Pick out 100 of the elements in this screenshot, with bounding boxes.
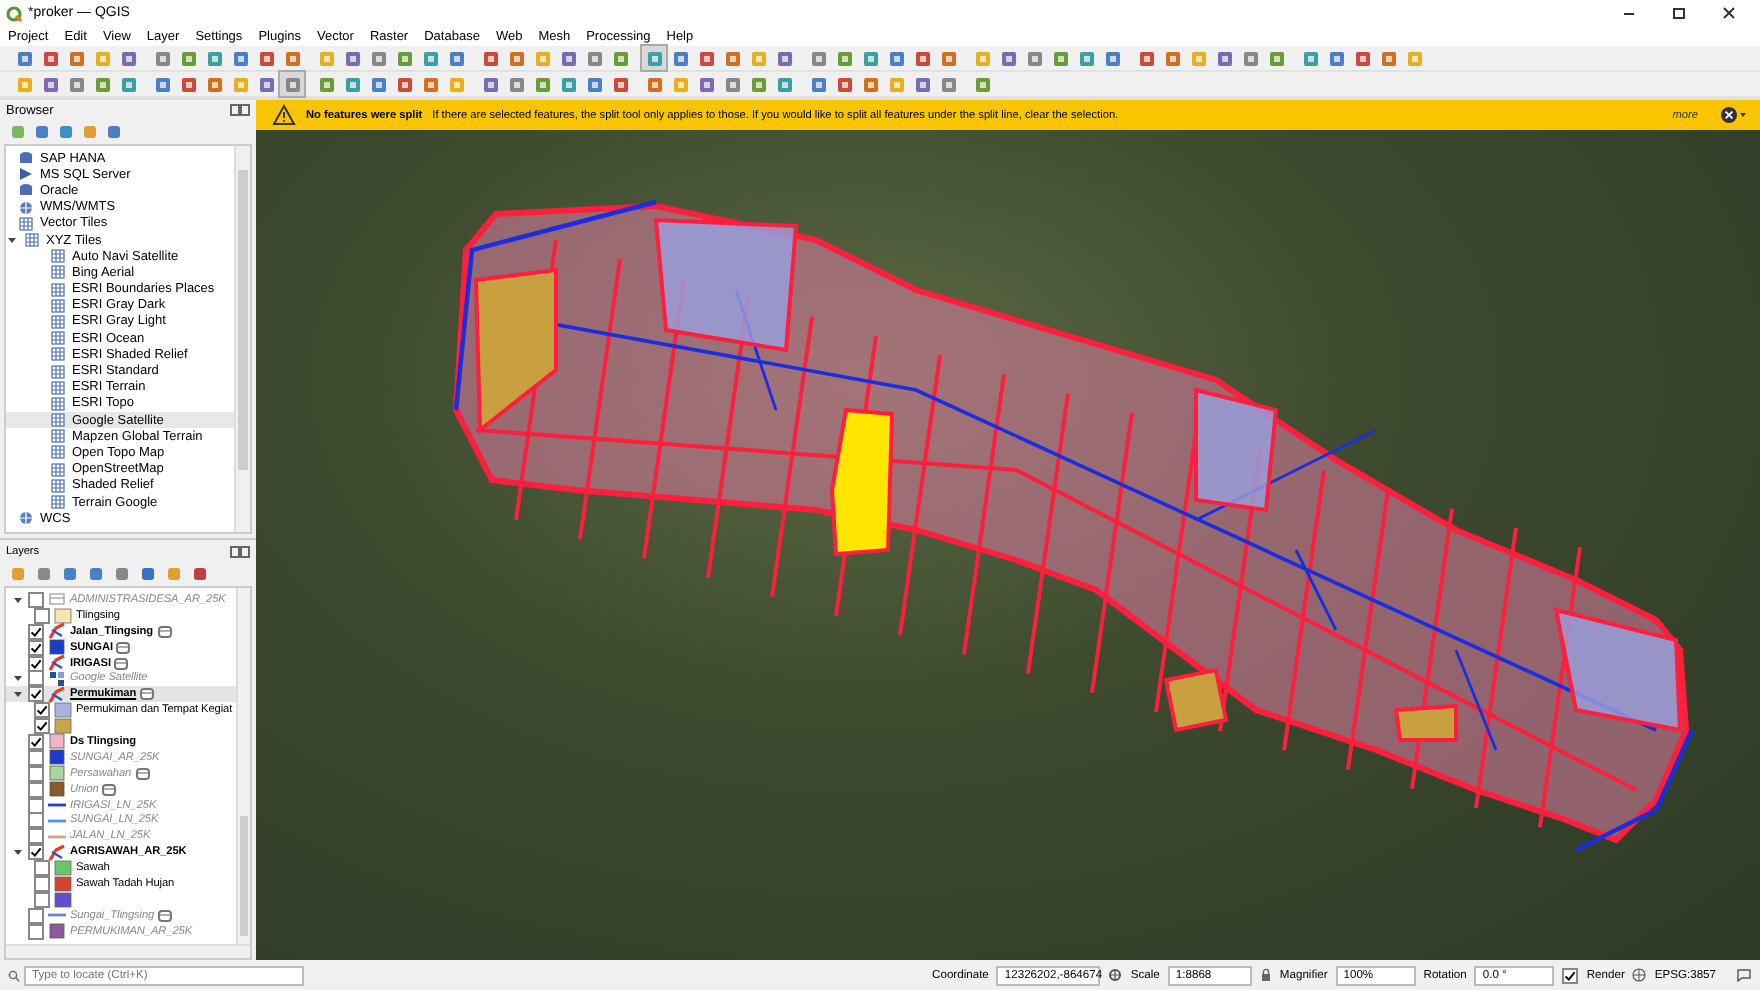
toolbar-button[interactable] [936,46,960,70]
toolbar-button[interactable] [504,46,528,70]
globe-icon[interactable] [1632,968,1647,982]
toolbar-square-icon[interactable] [10,124,26,140]
panel-buttons-icon[interactable] [230,104,250,116]
toolbar-button[interactable] [64,46,88,70]
toolbar-button[interactable] [996,46,1020,70]
panel-buttons-icon[interactable] [230,545,250,557]
toolbar-button[interactable] [254,72,278,96]
toolbar-button[interactable] [1134,46,1158,70]
toolbar-button[interactable] [1048,46,1072,70]
toolbar-button[interactable] [556,46,580,70]
toolbar-button[interactable] [884,46,908,70]
toolbar-button[interactable] [504,72,528,96]
scrollbar[interactable] [6,944,250,958]
toolbar-button[interactable] [90,72,114,96]
toolbar-square-icon[interactable] [62,566,78,582]
scrollbar[interactable] [234,146,250,532]
toolbar-button[interactable] [1212,46,1236,70]
toolbar-button[interactable] [910,72,934,96]
toolbar-button[interactable] [746,72,770,96]
toolbar-square-icon[interactable] [34,124,50,140]
layer-checkbox[interactable] [28,749,44,766]
render-checkbox[interactable] [1562,967,1579,983]
toolbar-button[interactable] [1298,46,1322,70]
toolbar-button[interactable] [1376,46,1400,70]
indicator-icon[interactable] [102,783,117,796]
layer-checkbox[interactable] [28,591,44,608]
toolbar-button[interactable] [582,72,606,96]
toolbar-button[interactable] [38,72,62,96]
toolbar-button[interactable] [314,72,338,96]
layer-checkbox[interactable] [28,797,44,814]
expand-arrow-icon[interactable] [12,672,24,685]
legend-checkbox[interactable] [34,702,50,719]
toolbar-button[interactable] [1264,46,1288,70]
toolbar-button[interactable] [340,72,364,96]
toolbar-square-icon[interactable] [58,124,74,140]
indicator-icon[interactable] [114,657,129,669]
toolbar-square-icon[interactable] [36,566,52,582]
layer-checkbox[interactable] [28,844,44,861]
toolbar-button[interactable] [608,72,632,96]
indicator-icon[interactable] [157,625,172,638]
toolbar-button[interactable] [478,46,502,70]
layer-checkbox[interactable] [28,639,44,656]
expand-arrow-icon[interactable] [6,234,18,247]
layer-checkbox[interactable] [28,623,44,640]
indicator-icon[interactable] [140,688,155,701]
toolbar-button[interactable] [64,72,88,96]
toolbar-button[interactable] [1350,46,1374,70]
toolbar-button[interactable] [1238,46,1262,70]
toolbar-button[interactable] [1074,46,1098,70]
satellite-image[interactable] [256,130,1760,960]
toolbar-button[interactable] [832,46,856,70]
toolbar-button[interactable] [772,46,796,70]
toolbar-button[interactable] [392,46,416,70]
toolbar-square-icon[interactable] [166,566,182,582]
layer-checkbox[interactable] [28,686,44,703]
crosshair-icon[interactable] [1108,968,1123,982]
indicator-icon[interactable] [116,641,131,654]
toolbar-button[interactable] [1160,46,1184,70]
legend-checkbox[interactable] [34,860,50,877]
toolbar-button[interactable] [340,46,364,70]
toolbar-button[interactable] [642,46,666,70]
toolbar-button[interactable] [366,46,390,70]
toolbar-button[interactable] [1324,46,1348,70]
toolbar-button[interactable] [694,46,718,70]
toolbar-button[interactable] [254,46,278,70]
toolbar-button[interactable] [280,72,304,96]
toolbar-button[interactable] [530,72,554,96]
toolbar-button[interactable] [116,72,140,96]
toolbar-button[interactable] [858,46,882,70]
toolbar-square-icon[interactable] [10,566,26,582]
toolbar-button[interactable] [150,72,174,96]
restore-icon[interactable] [1672,6,1686,20]
legend-checkbox[interactable] [34,875,50,892]
lock-icon[interactable] [1259,968,1272,982]
message-icon[interactable] [1736,968,1752,982]
toolbar-button[interactable] [176,72,200,96]
legend-checkbox[interactable] [34,891,50,908]
close-icon[interactable] [1720,106,1748,124]
toolbar-button[interactable] [176,46,200,70]
toolbar-button[interactable] [280,46,304,70]
expand-arrow-icon[interactable] [12,593,24,606]
legend-checkbox[interactable] [34,718,50,735]
layer-checkbox[interactable] [28,781,44,798]
toolbar-button[interactable] [858,72,882,96]
expand-arrow-icon[interactable] [12,688,24,701]
toolbar-button[interactable] [772,72,796,96]
toolbar-button[interactable] [806,72,830,96]
toolbar-square-icon[interactable] [82,124,98,140]
toolbar-button[interactable] [608,46,632,70]
toolbar-button[interactable] [392,72,416,96]
toolbar-button[interactable] [12,46,36,70]
toolbar-button[interactable] [582,46,606,70]
toolbar-button[interactable] [444,46,468,70]
scrollbar[interactable] [236,588,250,944]
toolbar-button[interactable] [910,46,934,70]
toolbar-button[interactable] [1100,46,1124,70]
toolbar-square-icon[interactable] [114,566,130,582]
toolbar-button[interactable] [116,46,140,70]
